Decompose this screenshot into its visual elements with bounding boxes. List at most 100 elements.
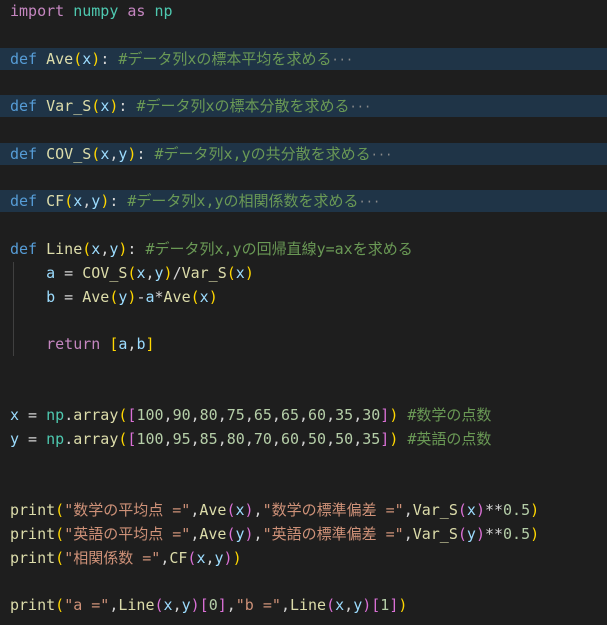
code-line-import[interactable]: import numpy as np <box>0 0 607 22</box>
code-line-assign-b[interactable]: b = Ave(y)-a*Ave(x) <box>0 286 607 308</box>
bracket-token: ) <box>244 501 254 519</box>
punctuation-token: , <box>271 430 281 448</box>
fold-ellipsis-icon[interactable]: ··· <box>331 53 353 67</box>
punctuation-token: , <box>172 596 182 614</box>
function-name-token: Var_S <box>412 501 458 519</box>
function-name-token: COV_S <box>46 145 92 163</box>
punctuation-token: , <box>353 406 363 424</box>
code-line-def-ave-folded[interactable]: def Ave(x): #データ列xの標本平均を求める··· <box>0 48 607 70</box>
function-name-token: CF <box>46 192 65 210</box>
string-token: "b =" <box>235 596 281 614</box>
punctuation-token <box>64 2 73 20</box>
code-line-print-3[interactable]: print("相関係数 =",CF(x,y)) <box>0 547 607 569</box>
code-line-assign-y[interactable]: y = np.array([100,95,85,80,70,60,50,50,3… <box>0 428 607 450</box>
code-line-return[interactable]: return [a,b] <box>0 333 607 355</box>
punctuation-token <box>100 335 109 353</box>
punctuation-token <box>37 145 46 163</box>
bracket-token: ) <box>223 549 233 567</box>
number-token: 35 <box>335 406 354 424</box>
number-token: 85 <box>199 430 218 448</box>
number-token: 65 <box>280 406 299 424</box>
string-token: "数学の平均点 =" <box>64 501 191 519</box>
string-token: "相関係数 =" <box>64 549 161 567</box>
bracket-token: ( <box>226 264 236 282</box>
string-token: "数学の標準偏差 =" <box>262 501 404 519</box>
punctuation-token: , <box>160 549 170 567</box>
punctuation-token: : <box>109 192 128 210</box>
bracket-token: ( <box>55 549 65 567</box>
punctuation-token: , <box>280 596 290 614</box>
punctuation-token: , <box>271 406 281 424</box>
punctuation-token: , <box>353 430 363 448</box>
variable-token: a <box>145 288 155 306</box>
bracket-token: ( <box>91 145 101 163</box>
punctuation-token: : <box>127 240 146 258</box>
number-token: 75 <box>226 406 245 424</box>
function-name-token: array <box>73 406 119 424</box>
function-name-token: Var_S <box>46 97 92 115</box>
punctuation-token: , <box>244 430 254 448</box>
comment-token: #英語の点数 <box>407 430 492 448</box>
punctuation-token: , <box>190 406 200 424</box>
module-token: np <box>46 430 65 448</box>
code-line-assign-a[interactable]: a = COV_S(x,y)/Var_S(x) <box>0 262 607 284</box>
variable-token: x <box>100 97 110 115</box>
punctuation-token: , <box>403 501 413 519</box>
code-line-def-cov-folded[interactable]: def COV_S(x,y): #データ列x,yの共分散を求める··· <box>0 143 607 165</box>
code-line-print-4[interactable]: print("a =",Line(x,y)[0],"b =",Line(x,y)… <box>0 594 607 616</box>
punctuation-token: , <box>82 192 92 210</box>
code-line-def-var-folded[interactable]: def Var_S(x): #データ列xの標本分散を求める··· <box>0 95 607 117</box>
control-keyword-token: import <box>10 2 65 20</box>
punctuation-token: , <box>244 406 254 424</box>
keyword-token: def <box>10 97 38 115</box>
keyword-token: def <box>10 145 38 163</box>
bracket-token: ) <box>362 596 372 614</box>
fold-ellipsis-icon[interactable]: ··· <box>371 148 393 162</box>
number-token: 100 <box>136 430 164 448</box>
bracket-token: ] <box>380 406 390 424</box>
function-name-token: Ave <box>199 525 227 543</box>
punctuation-token: , <box>163 430 173 448</box>
punctuation-token: , <box>145 264 155 282</box>
number-token: 70 <box>253 430 272 448</box>
fold-ellipsis-icon[interactable]: ··· <box>359 195 381 209</box>
bracket-token: ( <box>154 596 164 614</box>
function-name-token: Var_S <box>412 525 458 543</box>
fold-ellipsis-icon[interactable]: ··· <box>350 100 372 114</box>
bracket-token: ) <box>475 525 485 543</box>
number-token: 1 <box>380 596 390 614</box>
number-token: 80 <box>199 406 218 424</box>
bracket-token: ) <box>244 525 254 543</box>
bracket-token: ] <box>217 596 227 614</box>
punctuation-token: : <box>136 145 155 163</box>
code-line-def-cf-folded[interactable]: def CF(x,y): #データ列x,yの相関係数を求める··· <box>0 190 607 212</box>
module-token: numpy <box>73 2 119 20</box>
keyword-token: def <box>10 240 38 258</box>
code-line-print-2[interactable]: print("英語の平均点 =",Ave(y),"英語の標準偏差 =",Var_… <box>0 523 607 545</box>
punctuation-token: , <box>253 525 263 543</box>
function-name-token: Ave <box>163 288 191 306</box>
bracket-token: ) <box>530 525 540 543</box>
number-token: 60 <box>308 406 327 424</box>
bracket-token: ( <box>55 525 65 543</box>
code-line-print-1[interactable]: print("数学の平均点 =",Ave(x),"数学の標準偏差 =",Var_… <box>0 499 607 521</box>
bracket-token: ) <box>530 501 540 519</box>
punctuation-token: = <box>55 288 83 306</box>
punctuation-token: , <box>163 406 173 424</box>
bracket-token: ] <box>380 430 390 448</box>
punctuation-token: , <box>326 406 336 424</box>
string-token: "英語の標準偏差 =" <box>262 525 404 543</box>
code-editor[interactable]: import numpy as np def Ave(x): #データ列xの標本… <box>0 0 607 625</box>
bracket-token: ) <box>389 430 399 448</box>
bracket-token: ) <box>163 264 173 282</box>
code-line-assign-x[interactable]: x = np.array([100,90,80,75,65,65,60,35,3… <box>0 404 607 426</box>
bracket-token: ( <box>326 596 336 614</box>
bracket-token: ( <box>55 596 65 614</box>
bracket-token: ) <box>389 406 399 424</box>
punctuation-token: , <box>299 430 309 448</box>
punctuation-token: , <box>190 430 200 448</box>
number-token: 80 <box>226 430 245 448</box>
code-line-def-line[interactable]: def Line(x,y): #データ列x,yの回帰直線y=axを求める <box>0 238 607 260</box>
punctuation-token: : <box>118 97 137 115</box>
bracket-token: ( <box>55 501 65 519</box>
